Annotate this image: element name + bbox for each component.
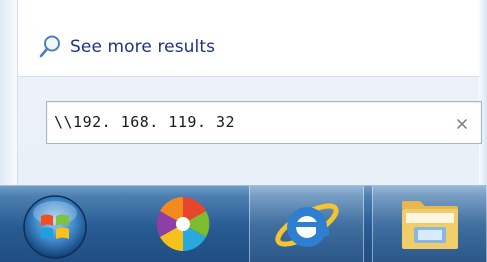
colorful-flower-icon <box>156 197 210 251</box>
start-menu-panel: See more results <box>0 0 487 185</box>
folder-icon <box>402 201 458 249</box>
see-more-results-link[interactable]: See more results <box>38 33 215 61</box>
clear-search-button[interactable] <box>449 111 475 137</box>
windows-logo-icon[interactable] <box>22 194 88 260</box>
start-search-box <box>46 101 482 144</box>
taskbar-button-pinned-app[interactable] <box>126 186 241 262</box>
close-icon <box>456 118 468 130</box>
screen: See more results <box>0 0 487 262</box>
divider <box>18 76 479 77</box>
see-more-results-label: See more results <box>70 37 216 57</box>
start-menu-left-border <box>0 0 18 185</box>
internet-explorer-icon <box>275 203 339 247</box>
taskbar-button-windows-explorer[interactable] <box>372 186 487 262</box>
search-input[interactable] <box>54 110 434 134</box>
search-icon <box>39 35 60 58</box>
start-menu-right-border <box>479 0 487 185</box>
taskbar <box>0 185 487 262</box>
taskbar-button-internet-explorer[interactable] <box>249 186 364 262</box>
